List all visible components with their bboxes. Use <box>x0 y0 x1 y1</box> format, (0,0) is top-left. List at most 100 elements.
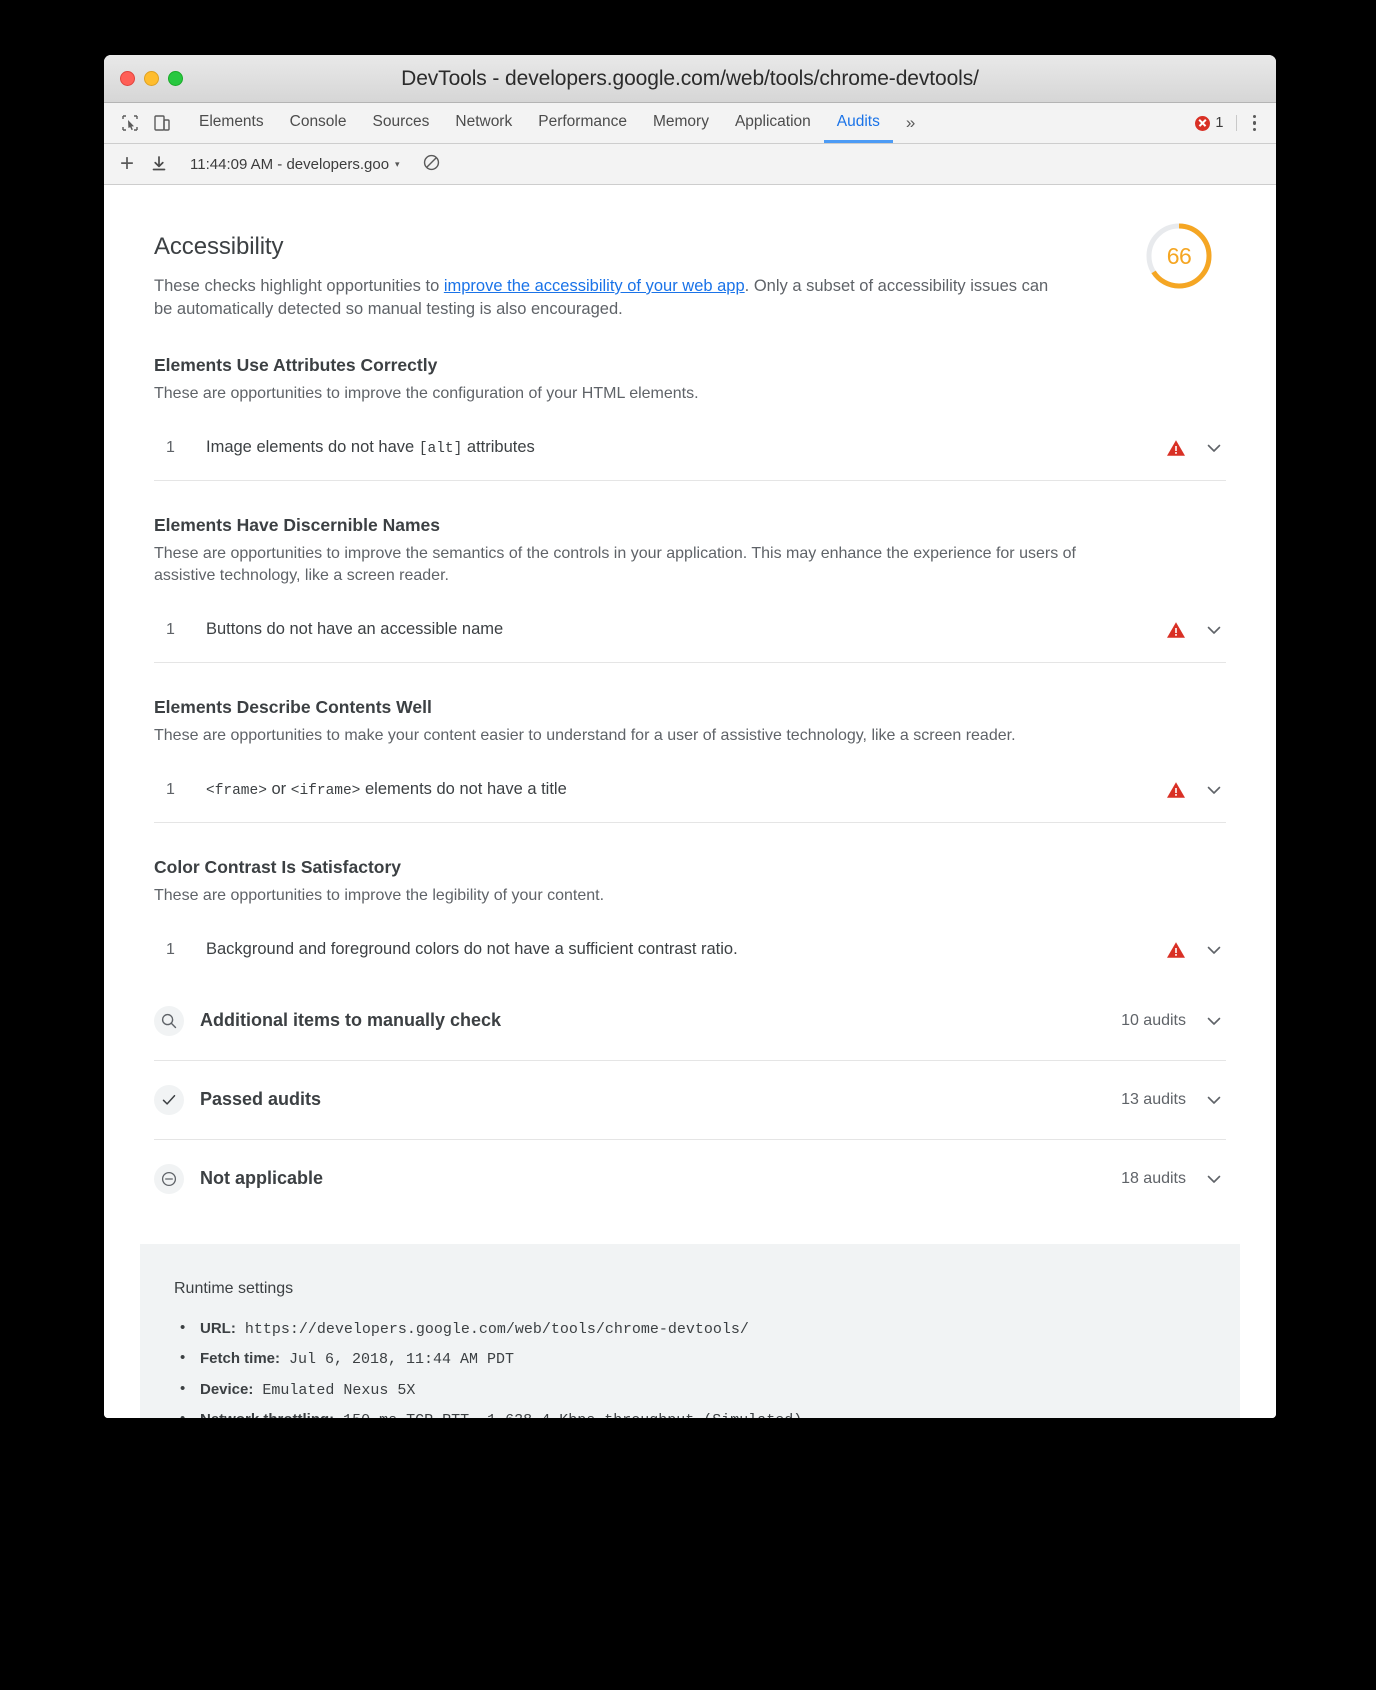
chevron-down-icon[interactable] <box>1204 438 1224 458</box>
audit-icons <box>1166 780 1240 800</box>
audit-run-label: 11:44:09 AM - developers.goo <box>190 155 390 173</box>
runtime-item-label: Fetch time: <box>200 1350 281 1368</box>
runtime-item-label: Device: <box>200 1380 254 1398</box>
audit-row[interactable]: 1 Buttons do not have an accessible name <box>154 598 1240 662</box>
section-elements-use-attributes-correctly: Elements Use Attributes Correctly These … <box>140 355 1240 480</box>
tab-performance[interactable]: Performance <box>525 103 640 143</box>
group-passed-audits[interactable]: Passed audits 13 audits <box>140 1061 1240 1139</box>
audit-icons <box>1166 438 1240 458</box>
runtime-settings-title: Runtime settings <box>174 1279 294 1297</box>
tab-sources[interactable]: Sources <box>360 103 443 143</box>
audit-code-token-2: <iframe> <box>290 783 361 800</box>
audit-title: <frame> or <iframe> elements do not have… <box>206 780 567 800</box>
divider <box>154 821 1226 823</box>
warning-triangle-icon <box>1166 941 1186 959</box>
error-icon <box>1195 115 1211 131</box>
clear-icon[interactable] <box>416 153 441 176</box>
audit-row[interactable]: 1 <frame> or <iframe> elements do not ha… <box>154 758 1240 822</box>
audit-count: 1 <box>166 780 175 798</box>
group-not-applicable[interactable]: Not applicable 18 audits <box>140 1140 1240 1218</box>
minimize-window-button[interactable] <box>144 71 159 86</box>
list-item: Device: Emulated Nexus 5X <box>174 1378 1206 1401</box>
score-gauge: 66 <box>1144 221 1214 291</box>
traffic-lights <box>104 71 183 86</box>
section-title: Elements Have Discernible Names <box>154 514 440 535</box>
tab-memory[interactable]: Memory <box>640 103 722 143</box>
score-value: 66 <box>1166 242 1192 269</box>
group-count: 10 audits <box>1121 1011 1186 1029</box>
error-count-badge[interactable]: 1 <box>1195 115 1237 131</box>
section-title: Elements Use Attributes Correctly <box>154 354 438 375</box>
runtime-settings-panel: Runtime settings URL: https://developers… <box>140 1243 1240 1418</box>
tab-elements[interactable]: Elements <box>186 103 277 143</box>
list-item: URL: https://developers.google.com/web/t… <box>174 1317 1206 1340</box>
chevron-down-icon[interactable] <box>1204 1011 1240 1031</box>
chevron-down-icon: ▾ <box>395 158 400 169</box>
chevron-down-icon[interactable] <box>1204 1090 1240 1110</box>
divider <box>154 479 1226 481</box>
audit-title: Background and foreground colors do not … <box>206 940 738 959</box>
chevron-down-icon[interactable] <box>1204 940 1224 960</box>
section-elements-have-discernible-names: Elements Have Discernible Names These ar… <box>140 515 1240 662</box>
runtime-item-label: Network throttling: <box>200 1411 334 1418</box>
section-title: Elements Describe Contents Well <box>154 696 432 717</box>
error-count-label: 1 <box>1215 115 1224 131</box>
category-header: Accessibility These checks highlight opp… <box>140 185 1240 321</box>
page-title: Accessibility <box>154 233 284 260</box>
tab-audits[interactable]: Audits <box>823 103 893 143</box>
group-count: 18 audits <box>1121 1169 1186 1187</box>
group-label: Not applicable <box>200 1168 324 1189</box>
device-toolbar-icon[interactable] <box>152 113 172 133</box>
audit-title: Image elements do not have [alt] attribu… <box>206 438 535 458</box>
list-item: Fetch time: Jul 6, 2018, 11:44 AM PDT <box>174 1347 1206 1370</box>
chevron-down-icon[interactable] <box>1204 780 1224 800</box>
chevron-down-icon[interactable] <box>1204 620 1224 640</box>
audit-row[interactable]: 1 Background and foreground colors do no… <box>154 918 1240 982</box>
runtime-item-value: https://developers.google.com/web/tools/… <box>235 1320 749 1338</box>
runtime-item-value: Emulated Nexus 5X <box>253 1381 416 1399</box>
download-icon[interactable] <box>150 155 168 173</box>
section-title: Color Contrast Is Satisfactory <box>154 856 401 877</box>
more-tabs-button[interactable]: » <box>893 103 928 143</box>
tab-network[interactable]: Network <box>442 103 525 143</box>
maximize-window-button[interactable] <box>168 71 183 86</box>
window-titlebar: DevTools - developers.google.com/web/too… <box>104 55 1276 103</box>
devtools-window: DevTools - developers.google.com/web/too… <box>104 55 1276 1418</box>
group-additional-items-to-manually-check[interactable]: Additional items to manually check 10 au… <box>140 982 1240 1060</box>
audit-count: 1 <box>166 940 175 958</box>
list-item: Network throttling: 150 ms TCP RTT, 1,63… <box>174 1408 1206 1418</box>
runtime-item-label: URL: <box>200 1319 236 1337</box>
group-label: Additional items to manually check <box>200 1010 502 1031</box>
runtime-item-value: 150 ms TCP RTT, 1,638.4 Kbps throughput … <box>334 1412 802 1418</box>
section-description: These are opportunities to improve the l… <box>154 886 605 904</box>
audits-report: Accessibility These checks highlight opp… <box>104 185 1276 1418</box>
kebab-menu-icon[interactable] <box>1243 114 1267 132</box>
audit-count: 1 <box>166 620 175 638</box>
accessibility-docs-link[interactable]: improve the accessibility of your web ap… <box>444 277 745 295</box>
runtime-settings-list: URL: https://developers.google.com/web/t… <box>174 1317 1206 1418</box>
tab-application[interactable]: Application <box>722 103 824 143</box>
devtools-tabs: Elements Console Sources Network Perform… <box>186 103 1195 143</box>
inspect-cursor-icon[interactable] <box>120 113 140 133</box>
new-audit-button[interactable]: + <box>120 152 134 176</box>
audit-icons <box>1166 940 1240 960</box>
devtools-toolbar-right: 1 <box>1195 103 1276 143</box>
magnifier-icon <box>154 1005 184 1036</box>
audit-title: Buttons do not have an accessible name <box>206 620 504 639</box>
audits-toolbar: + 11:44:09 AM - developers.goo ▾ <box>104 144 1276 185</box>
report-content: Accessibility These checks highlight opp… <box>104 185 1276 1218</box>
category-desc-before: These checks highlight opportunities to <box>154 277 444 295</box>
audit-row[interactable]: 1 Image elements do not have [alt] attri… <box>154 416 1240 480</box>
section-color-contrast-is-satisfactory: Color Contrast Is Satisfactory These are… <box>140 857 1240 982</box>
category-description: These checks highlight opportunities to … <box>154 275 1049 321</box>
close-window-button[interactable] <box>120 71 135 86</box>
chevron-down-icon[interactable] <box>1204 1169 1240 1189</box>
minus-circle-icon <box>154 1163 184 1194</box>
warning-triangle-icon <box>1166 621 1186 639</box>
audit-run-selector[interactable]: 11:44:09 AM - developers.goo ▾ <box>190 156 400 173</box>
tab-console[interactable]: Console <box>277 103 360 143</box>
section-elements-describe-contents-well: Elements Describe Contents Well These ar… <box>140 697 1240 822</box>
runtime-item-value: Jul 6, 2018, 11:44 AM PDT <box>280 1351 515 1369</box>
audit-icons <box>1166 620 1240 640</box>
warning-triangle-icon <box>1166 781 1186 799</box>
